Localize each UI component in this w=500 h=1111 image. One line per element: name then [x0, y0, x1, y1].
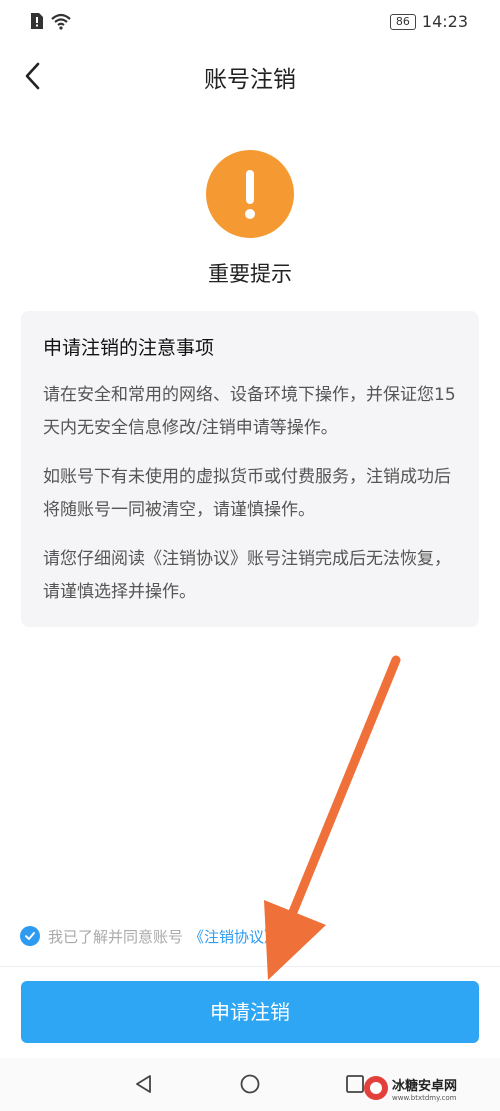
- notice-paragraph: 请在安全和常用的网络、设备环境下操作，并保证您15天内无安全信息修改/注销申请等…: [43, 385, 456, 438]
- status-bar: 86 14:23: [0, 0, 500, 44]
- notice-paragraph: 如账号下有未使用的虚拟货币或付费服务，注销成功后将随账号一同被清空，请谨慎操作。: [43, 467, 451, 520]
- agreement-row: 我已了解并同意账号 《注销协议》: [20, 924, 279, 948]
- status-right: 86 14:23: [389, 12, 468, 31]
- svg-text:www.btxtdmy.com: www.btxtdmy.com: [392, 1094, 457, 1102]
- page-title: 账号注销: [204, 67, 296, 93]
- back-triangle-icon[interactable]: [133, 1073, 155, 1095]
- watermark-logo: 冰糖安卓网 www.btxtdmy.com: [364, 1076, 457, 1102]
- svg-text:冰糖安卓网: 冰糖安卓网: [392, 1078, 457, 1094]
- divider: [0, 966, 500, 967]
- status-left: [30, 12, 72, 30]
- agreement-checkbox[interactable]: [20, 926, 40, 946]
- check-icon: [25, 932, 35, 940]
- notice-paragraph: 请您仔细阅读《注销协议》账号注销完成后无法恢复，请谨慎选择并操作。: [43, 549, 451, 602]
- clock: 14:23: [421, 12, 468, 31]
- warning-icon: [206, 150, 294, 238]
- agreement-link[interactable]: 《注销协议》: [189, 926, 279, 947]
- nav-header: 账号注销: [0, 44, 500, 110]
- warning-title: 重要提示: [208, 262, 292, 286]
- wifi-icon: [51, 13, 71, 30]
- home-circle-icon[interactable]: [239, 1073, 261, 1095]
- battery-indicator: 86: [389, 13, 416, 30]
- sim-alert-icon: [31, 13, 43, 29]
- submit-button[interactable]: 申请注销: [21, 981, 479, 1043]
- notice-heading: 申请注销的注意事项: [43, 337, 215, 359]
- notice-card: 申请注销的注意事项 请在安全和常用的网络、设备环境下操作，并保证您15天内无安全…: [21, 311, 479, 627]
- agreement-text: 我已了解并同意账号: [48, 927, 184, 946]
